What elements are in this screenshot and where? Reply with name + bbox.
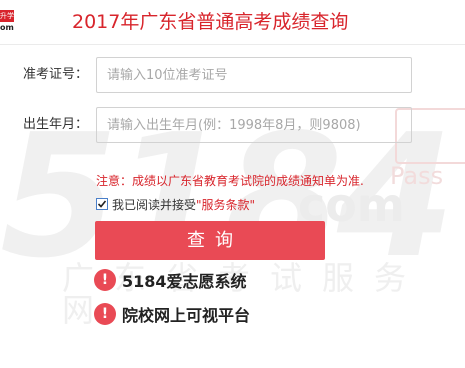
system-label: 5184爱志愿系统 xyxy=(122,272,247,291)
birth-date-input[interactable] xyxy=(96,107,412,143)
site-logo[interactable]: 升学 om xyxy=(0,0,16,38)
page-title: 2017年广东省普通高考成绩查询 xyxy=(72,11,349,33)
query-button[interactable]: 查询 xyxy=(95,221,325,260)
agreement-text: 我已阅读并接受 xyxy=(112,197,197,212)
logo-badge: 升学 xyxy=(0,10,14,22)
ticket-number-label: 准考证号： xyxy=(22,67,88,82)
notice-text: 注意：成绩以广东省教育考试院的成绩通知单为准. xyxy=(96,174,364,188)
birth-date-label: 出生年月： xyxy=(22,117,88,132)
watermark-pass: Pass xyxy=(390,162,444,190)
check-icon xyxy=(97,200,107,208)
header-divider xyxy=(0,44,465,45)
terms-link[interactable]: "服务条款" xyxy=(196,196,255,213)
ticket-number-input[interactable] xyxy=(96,57,412,93)
system-link-5184[interactable]: ! 5184爱志愿系统 xyxy=(94,268,247,292)
logo-text: om xyxy=(0,23,14,32)
agreement-row: 我已阅读并接受 "服务条款" xyxy=(96,195,255,213)
system-link-college[interactable]: ! 院校网上可视平台 xyxy=(94,302,250,326)
agree-checkbox[interactable] xyxy=(96,198,108,210)
system-label: 院校网上可视平台 xyxy=(122,306,251,325)
exclamation-icon: ! xyxy=(94,303,116,325)
exclamation-icon: ! xyxy=(94,269,116,291)
